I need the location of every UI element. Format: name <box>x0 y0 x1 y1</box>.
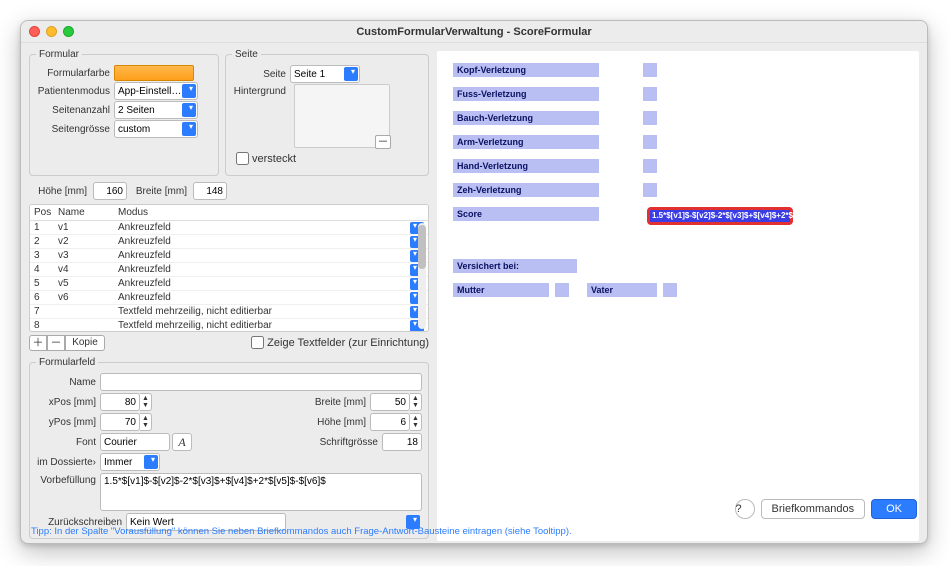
xpos-stepper[interactable]: ▲▼ <box>140 393 152 411</box>
formularfeld-group: Formularfeld Name xPos [mm] ▲▼ Breite [m… <box>29 357 429 539</box>
seite-group: Seite Seite Seite 1 Hintergrund － verste… <box>225 49 429 176</box>
table-row[interactable]: 1v1Ankreuzfeld <box>30 221 428 235</box>
seite-select[interactable]: Seite 1 <box>290 65 360 83</box>
patientenmodus-label: Patientenmodus <box>36 86 114 97</box>
pv-checkbox <box>643 111 657 125</box>
hintergrund-label: Hintergrund <box>232 84 290 97</box>
dossier-label: im Dossierte› <box>36 457 100 468</box>
help-button[interactable]: ? <box>735 499 755 519</box>
schriftgroesse-label: Schriftgrösse <box>310 437 382 448</box>
patientenmodus-select[interactable]: App-Einstell… <box>114 82 198 100</box>
formularfeld-legend: Formularfeld <box>36 357 98 368</box>
feld-breite-stepper[interactable]: ▲▼ <box>410 393 422 411</box>
feld-hoehe-label: Höhe [mm] <box>306 417 370 428</box>
ok-button[interactable]: OK <box>871 499 917 519</box>
app-window: CustomFormularVerwaltung - ScoreFormular… <box>20 20 928 544</box>
table-row[interactable]: 2v2Ankreuzfeld <box>30 235 428 249</box>
pv-label: Fuss-Verletzung <box>453 87 599 101</box>
formular-group: Formular Formularfarbe Patientenmodus Ap… <box>29 49 219 176</box>
zeige-textfelder-label: Zeige Textfelder (zur Einrichtung) <box>267 337 429 349</box>
xpos-input[interactable] <box>100 393 140 411</box>
name-input[interactable] <box>100 373 422 391</box>
pv-label: Kopf-Verletzung <box>453 63 599 77</box>
window-title: CustomFormularVerwaltung - ScoreFormular <box>21 26 927 38</box>
seitengroesse-label: Seitengrösse <box>36 124 114 135</box>
font-label: Font <box>36 437 100 448</box>
formularfarbe-label: Formularfarbe <box>36 68 114 79</box>
font-picker-button[interactable]: A <box>172 433 192 451</box>
pv-label: Hand-Verletzung <box>453 159 599 173</box>
ypos-label: yPos [mm] <box>36 417 100 428</box>
pv-score-value: 1.5*$[v1]$-$[v2]$-2*$[v3]$+$[v4]$+2*$[v5… <box>650 210 790 222</box>
tip-label: Tipp: In der Spalte "Vorausfüllung" könn… <box>31 526 917 537</box>
breite-input[interactable] <box>193 182 227 200</box>
table-row[interactable]: 4v4Ankreuzfeld <box>30 263 428 277</box>
formularfarbe-swatch[interactable] <box>114 65 194 81</box>
form-preview: Kopf-Verletzung Fuss-Verletzung Bauch-Verl… <box>437 51 919 541</box>
formular-legend: Formular <box>36 49 82 60</box>
table-row[interactable]: 7Textfeld mehrzeilig, nicht editierbar <box>30 305 428 319</box>
pv-label: Bauch-Verletzung <box>453 111 599 125</box>
vorbefuellung-input[interactable]: 1.5*$[v1]$-$[v2]$-2*$[v3]$+$[v4]$+2*$[v5… <box>100 473 422 511</box>
pv-score-label: Score <box>453 207 599 221</box>
pv-checkbox <box>643 159 657 173</box>
seite-label: Seite <box>232 69 290 80</box>
seitengroesse-select[interactable]: custom <box>114 120 198 138</box>
pv-checkbox <box>643 135 657 149</box>
table-scrollbar[interactable] <box>418 223 426 329</box>
kopie-button[interactable]: Kopie <box>65 335 105 351</box>
feld-breite-label: Breite [mm] <box>306 397 370 408</box>
hoehe-label: Höhe [mm] <box>29 186 91 197</box>
name-label: Name <box>36 377 100 388</box>
breite-label: Breite [mm] <box>129 186 191 197</box>
remove-row-button[interactable]: － <box>47 335 65 351</box>
feld-breite-input[interactable] <box>370 393 410 411</box>
xpos-label: xPos [mm] <box>36 397 100 408</box>
ypos-stepper[interactable]: ▲▼ <box>140 413 152 431</box>
zeige-textfelder-checkbox[interactable] <box>251 336 264 349</box>
th-modus[interactable]: Modus <box>118 207 428 218</box>
seitenanzahl-label: Seitenanzahl <box>36 105 114 116</box>
dossier-select[interactable]: Immer <box>100 453 160 471</box>
pv-vater-box <box>663 283 677 297</box>
th-pos[interactable]: Pos <box>30 207 58 218</box>
th-name[interactable]: Name <box>58 207 118 218</box>
hintergrund-thumb[interactable]: － <box>294 84 390 148</box>
schriftgroesse-input[interactable] <box>382 433 422 451</box>
versteckt-checkbox[interactable] <box>236 152 249 165</box>
felder-table: Pos Name Modus 1v1Ankreuzfeld2v2Ankreuzf… <box>29 204 429 332</box>
pv-checkbox <box>643 63 657 77</box>
versteckt-label: versteckt <box>252 153 296 165</box>
table-row[interactable]: 6v6Ankreuzfeld <box>30 291 428 305</box>
hoehe-input[interactable] <box>93 182 127 200</box>
table-row[interactable]: 3v3Ankreuzfeld <box>30 249 428 263</box>
pv-checkbox <box>643 183 657 197</box>
add-row-button[interactable]: ＋ <box>29 335 47 351</box>
seitenanzahl-select[interactable]: 2 Seiten <box>114 101 198 119</box>
feld-hoehe-input[interactable] <box>370 413 410 431</box>
titlebar: CustomFormularVerwaltung - ScoreFormular <box>21 21 927 43</box>
table-row[interactable]: 8Textfeld mehrzeilig, nicht editierbar <box>30 319 428 331</box>
pv-score-highlight: 1.5*$[v1]$-$[v2]$-2*$[v3]$+$[v4]$+2*$[v5… <box>647 207 793 225</box>
font-input[interactable] <box>100 433 170 451</box>
pv-label: Arm-Verletzung <box>453 135 599 149</box>
hintergrund-remove-button[interactable]: － <box>375 135 391 149</box>
feld-hoehe-stepper[interactable]: ▲▼ <box>410 413 422 431</box>
table-row[interactable]: 5v5Ankreuzfeld <box>30 277 428 291</box>
briefkommandos-button[interactable]: Briefkommandos <box>761 499 866 519</box>
seite-legend: Seite <box>232 49 261 60</box>
pv-mutter-label: Mutter <box>453 283 549 297</box>
pv-versichert-label: Versichert bei: <box>453 259 577 273</box>
pv-checkbox <box>643 87 657 101</box>
vorbefuellung-label: Vorbefüllung <box>36 473 100 486</box>
pv-label: Zeh-Verletzung <box>453 183 599 197</box>
pv-vater-label: Vater <box>587 283 657 297</box>
ypos-input[interactable] <box>100 413 140 431</box>
pv-mutter-box <box>555 283 569 297</box>
